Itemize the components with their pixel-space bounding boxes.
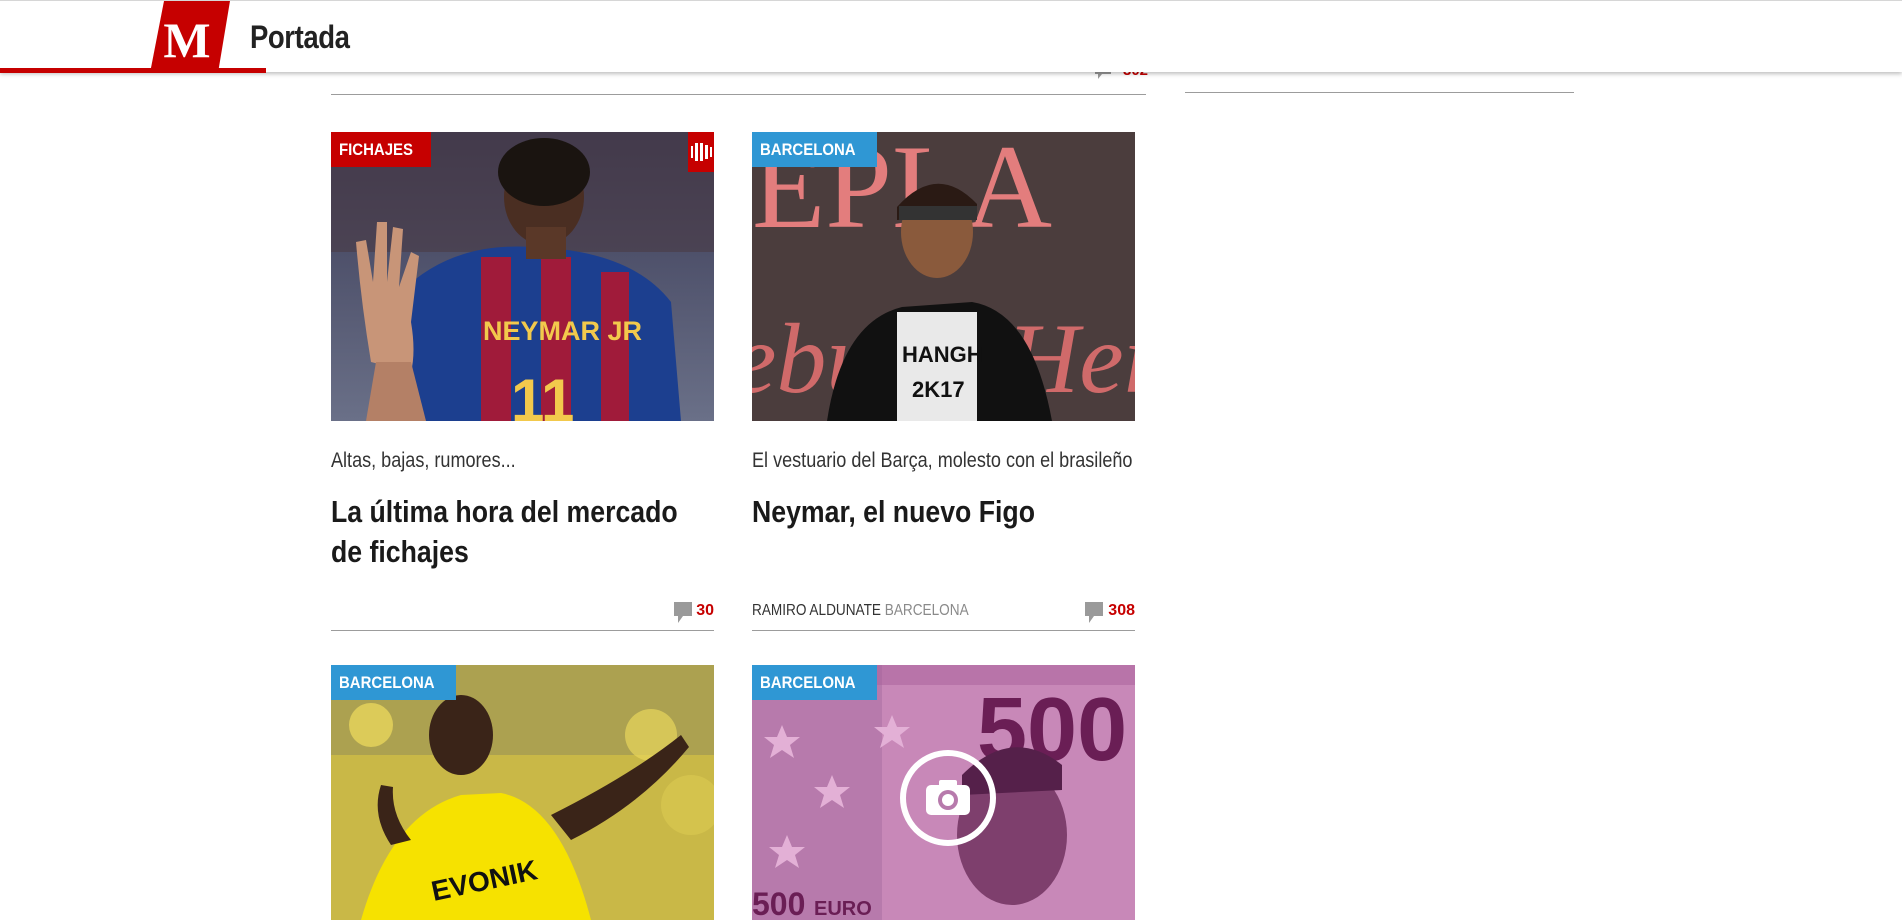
divider bbox=[331, 630, 714, 631]
comment-count: 30 bbox=[696, 602, 714, 619]
article-thumbnail[interactable]: NEYMAR JR 11 FICHAJES bbox=[331, 132, 714, 421]
site-header: M Portada bbox=[0, 0, 1902, 73]
neymar-back-photo: NEYMAR JR 11 bbox=[331, 132, 714, 421]
camera-icon bbox=[926, 780, 970, 815]
page-title[interactable]: Portada bbox=[250, 19, 350, 56]
divider bbox=[331, 94, 1146, 95]
article-card[interactable]: EPLA ebu Her HANGH 2K17 BARCELONA El ves… bbox=[752, 132, 1135, 631]
svg-text:EURO: EURO bbox=[814, 898, 872, 920]
sidebar-divider bbox=[1185, 92, 1574, 93]
divider bbox=[752, 630, 1135, 631]
marca-logo[interactable]: M bbox=[150, 1, 230, 73]
svg-text:11: 11 bbox=[511, 367, 574, 421]
gallery-button[interactable] bbox=[900, 750, 996, 846]
article-card[interactable]: NEYMAR JR 11 FICHAJES Altas, bajas, rumo… bbox=[331, 132, 714, 631]
author-name[interactable]: RAMIRO ALDUNATE bbox=[752, 602, 881, 619]
article-thumbnail[interactable]: 500 500 EURO BARCELONA bbox=[752, 665, 1135, 920]
svg-text:HANGH: HANGH bbox=[902, 342, 983, 367]
article-kicker[interactable]: Altas, bajas, rumores... bbox=[331, 449, 516, 473]
dembele-photo: EVONIK bbox=[331, 665, 714, 920]
section-badge[interactable]: BARCELONA bbox=[752, 132, 877, 167]
neymar-event-photo: EPLA ebu Her HANGH 2K17 bbox=[752, 132, 1135, 421]
svg-text:2K17: 2K17 bbox=[912, 377, 965, 402]
article-kicker[interactable]: El vestuario del Barça, molesto con el b… bbox=[752, 449, 1132, 473]
article-headline[interactable]: Neymar, el nuevo Figo bbox=[752, 492, 1130, 532]
svg-text:NEYMAR JR: NEYMAR JR bbox=[483, 316, 642, 346]
article-thumbnail[interactable]: EPLA ebu Her HANGH 2K17 BARCELONA bbox=[752, 132, 1135, 421]
video-icon[interactable] bbox=[688, 132, 714, 172]
author-location: BARCELONA bbox=[884, 602, 969, 619]
section-badge[interactable]: BARCELONA bbox=[752, 665, 877, 700]
comment-icon bbox=[1085, 602, 1103, 623]
section-badge[interactable]: BARCELONA bbox=[331, 665, 456, 700]
article-card[interactable]: 500 500 EURO BARCELONA bbox=[752, 665, 1135, 920]
header-accent-line bbox=[0, 68, 266, 73]
comment-icon bbox=[674, 602, 692, 623]
article-byline: RAMIRO ALDUNATE BARCELONA bbox=[752, 602, 969, 620]
article-card[interactable]: EVONIK BARCELONA bbox=[331, 665, 714, 920]
svg-text:500: 500 bbox=[752, 886, 805, 920]
article-thumbnail[interactable]: EVONIK BARCELONA bbox=[331, 665, 714, 920]
section-badge[interactable]: FICHAJES bbox=[331, 132, 432, 167]
comment-count: 308 bbox=[1108, 602, 1135, 619]
logo-letter: M bbox=[163, 12, 210, 68]
article-headline[interactable]: La última hora del mercado de fichajes bbox=[331, 492, 709, 572]
